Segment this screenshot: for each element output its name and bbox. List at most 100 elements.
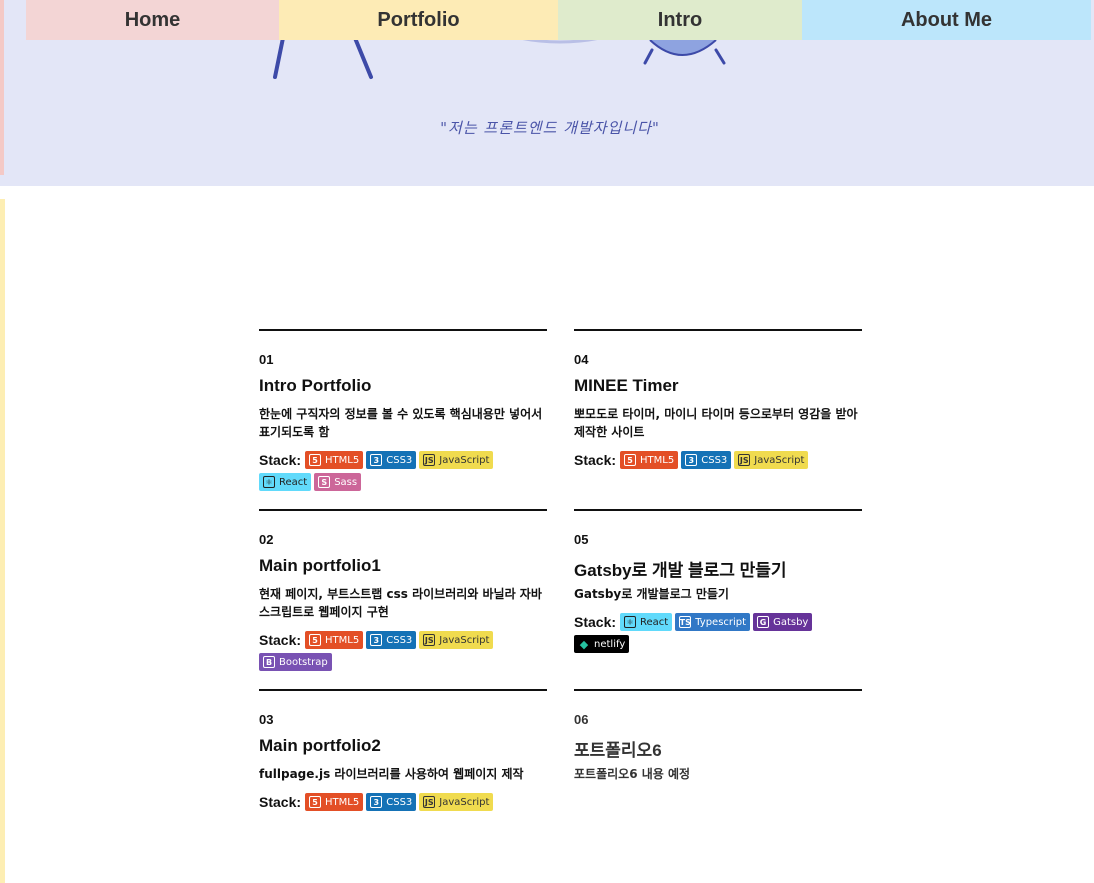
nav-intro[interactable]: Intro bbox=[558, 0, 802, 40]
stack-label: Stack: bbox=[259, 632, 302, 648]
stack-badge-label: CSS3 bbox=[701, 454, 728, 466]
stack-badge-label: JavaScript bbox=[754, 454, 805, 466]
card-description: Gatsby로 개발블로그 만들기 bbox=[574, 587, 729, 601]
card-number: 01 bbox=[259, 352, 274, 367]
chair-seat bbox=[649, 39, 717, 56]
card-stack: Stack: ⚛ React TS Typescript G Gatsby ◆ netlify bbox=[574, 613, 862, 653]
css3-icon: 3 bbox=[685, 454, 698, 466]
css3-icon: 3 bbox=[370, 634, 383, 646]
desk-leg-right bbox=[353, 36, 373, 79]
stack-badge-label: CSS3 bbox=[386, 454, 413, 466]
hero-tagline: "저는 프론트엔드 개발자입니다" bbox=[440, 119, 660, 137]
stack-badge[interactable]: JS JavaScript bbox=[419, 793, 494, 811]
stack-badge[interactable]: 5 HTML5 bbox=[305, 631, 364, 649]
stack-badge[interactable]: TS Typescript bbox=[675, 613, 751, 631]
portfolio-left-accent-bar bbox=[0, 199, 5, 883]
portfolio-card[interactable]: 03 Main portfolio2 fullpage.js 라이브러리를 사용… bbox=[259, 689, 547, 811]
portfolio-card[interactable]: 04 MINEE Timer 뽀모도로 타이머, 마이니 타이머 등으로부터 영… bbox=[574, 329, 862, 469]
typescript-icon: TS bbox=[679, 616, 692, 628]
card-title: Intro Portfolio bbox=[259, 376, 372, 395]
stack-badge-label: JavaScript bbox=[439, 796, 490, 808]
html5-icon: 5 bbox=[309, 796, 322, 808]
card-title: 포트폴리오6 bbox=[574, 741, 662, 760]
stack-badge-label: HTML5 bbox=[325, 796, 360, 808]
top-nav: Home Portfolio Intro About Me bbox=[26, 0, 1091, 40]
card-number: 06 bbox=[574, 712, 589, 727]
stack-badge[interactable]: ⚛ React bbox=[620, 613, 673, 631]
css3-icon: 3 bbox=[370, 796, 383, 808]
stack-badge[interactable]: 5 HTML5 bbox=[620, 451, 679, 469]
card-title: Gatsby로 개발 블로그 만들기 bbox=[574, 561, 787, 580]
javascript-icon: JS bbox=[738, 454, 751, 466]
nav-portfolio[interactable]: Portfolio bbox=[279, 0, 558, 40]
stack-badge[interactable]: B Bootstrap bbox=[259, 653, 332, 671]
bootstrap-icon: B bbox=[263, 656, 275, 668]
card-description: 한눈에 구직자의 정보를 볼 수 있도록 핵심내용만 넣어서 표기되도록 함 bbox=[259, 407, 543, 439]
stack-badge[interactable]: G Gatsby bbox=[753, 613, 813, 631]
stack-badge[interactable]: JS JavaScript bbox=[419, 631, 494, 649]
stack-badge[interactable]: 3 CSS3 bbox=[366, 793, 417, 811]
stack-badge[interactable]: ⚛ React bbox=[259, 473, 312, 491]
stack-badge-label: React bbox=[640, 616, 669, 628]
card-title: Main portfolio2 bbox=[259, 736, 381, 755]
card-stack: Stack: 5 HTML5 3 CSS3 JS JavaScript bbox=[259, 793, 547, 811]
card-number: 04 bbox=[574, 352, 589, 367]
stack-label: Stack: bbox=[259, 452, 302, 468]
portfolio-card[interactable]: 01 Intro Portfolio 한눈에 구직자의 정보를 볼 수 있도록 … bbox=[259, 329, 547, 491]
nav-about-me[interactable]: About Me bbox=[802, 0, 1091, 40]
stack-badge-label: JavaScript bbox=[439, 634, 490, 646]
card-description: fullpage.js 라이브러리를 사용하여 웹페이지 제작 bbox=[259, 767, 524, 781]
card-stack: Stack: 5 HTML5 3 CSS3 JS JavaScript ⚛ React S Sass bbox=[259, 451, 547, 491]
nav-home[interactable]: Home bbox=[26, 0, 279, 40]
stack-label: Stack: bbox=[574, 452, 617, 468]
card-stack: Stack: 5 HTML5 3 CSS3 JS JavaScript B Bootstrap bbox=[259, 631, 547, 671]
html5-icon: 5 bbox=[309, 634, 322, 646]
portfolio-card[interactable]: 05 Gatsby로 개발 블로그 만들기 Gatsby로 개발블로그 만들기 … bbox=[574, 509, 862, 653]
desk-leg-left bbox=[273, 36, 285, 79]
card-description: 현재 페이지, 부트스트랩 css 라이브러리와 바닐라 자바스크립트로 웹페이… bbox=[259, 587, 542, 619]
css3-icon: 3 bbox=[370, 454, 383, 466]
stack-badge[interactable]: 3 CSS3 bbox=[681, 451, 732, 469]
card-title: Main portfolio1 bbox=[259, 556, 381, 575]
javascript-icon: JS bbox=[423, 454, 436, 466]
gatsby-icon: G bbox=[757, 616, 770, 628]
stack-badge[interactable]: JS JavaScript bbox=[419, 451, 494, 469]
stack-badge-label: Typescript bbox=[695, 616, 747, 628]
stack-badge[interactable]: ◆ netlify bbox=[574, 635, 630, 653]
stack-badge[interactable]: 3 CSS3 bbox=[366, 631, 417, 649]
card-description: 뽀모도로 타이머, 마이니 타이머 등으로부터 영감을 받아 제작한 사이트 bbox=[574, 407, 858, 439]
react-icon: ⚛ bbox=[263, 476, 275, 488]
html5-icon: 5 bbox=[624, 454, 637, 466]
stack-badge[interactable]: 5 HTML5 bbox=[305, 793, 364, 811]
stack-badge-label: netlify bbox=[594, 638, 626, 650]
stack-label: Stack: bbox=[259, 794, 302, 810]
stack-badge[interactable]: JS JavaScript bbox=[734, 451, 809, 469]
sass-icon: S bbox=[318, 476, 331, 488]
stack-badge[interactable]: 5 HTML5 bbox=[305, 451, 364, 469]
stack-badge-label: CSS3 bbox=[386, 634, 413, 646]
portfolio-card[interactable]: 06 포트폴리오6 포트폴리오6 내용 예정 bbox=[574, 689, 862, 781]
stack-badge-label: JavaScript bbox=[439, 454, 490, 466]
card-stack: Stack: 5 HTML5 3 CSS3 JS JavaScript bbox=[574, 451, 862, 469]
javascript-icon: JS bbox=[423, 796, 436, 808]
stack-badge[interactable]: 3 CSS3 bbox=[366, 451, 417, 469]
stack-badge-label: HTML5 bbox=[640, 454, 675, 466]
portfolio-card[interactable]: 02 Main portfolio1 현재 페이지, 부트스트랩 css 라이브… bbox=[259, 509, 547, 671]
stack-badge-label: HTML5 bbox=[325, 454, 360, 466]
card-description: 포트폴리오6 내용 예정 bbox=[574, 767, 691, 781]
react-icon: ⚛ bbox=[624, 616, 637, 628]
stack-badge-label: React bbox=[279, 476, 308, 488]
javascript-icon: JS bbox=[423, 634, 436, 646]
stack-badge-label: Sass bbox=[334, 476, 358, 488]
card-number: 03 bbox=[259, 712, 274, 727]
card-number: 02 bbox=[259, 532, 274, 547]
html5-icon: 5 bbox=[309, 454, 322, 466]
card-title: MINEE Timer bbox=[574, 376, 679, 395]
chair-leg-left bbox=[643, 48, 654, 65]
stack-badge-label: CSS3 bbox=[386, 796, 413, 808]
stack-label: Stack: bbox=[574, 614, 617, 630]
stack-badge[interactable]: S Sass bbox=[314, 473, 362, 491]
stack-badge-label: HTML5 bbox=[325, 634, 360, 646]
card-number: 05 bbox=[574, 532, 589, 547]
stack-badge-label: Bootstrap bbox=[279, 656, 328, 668]
